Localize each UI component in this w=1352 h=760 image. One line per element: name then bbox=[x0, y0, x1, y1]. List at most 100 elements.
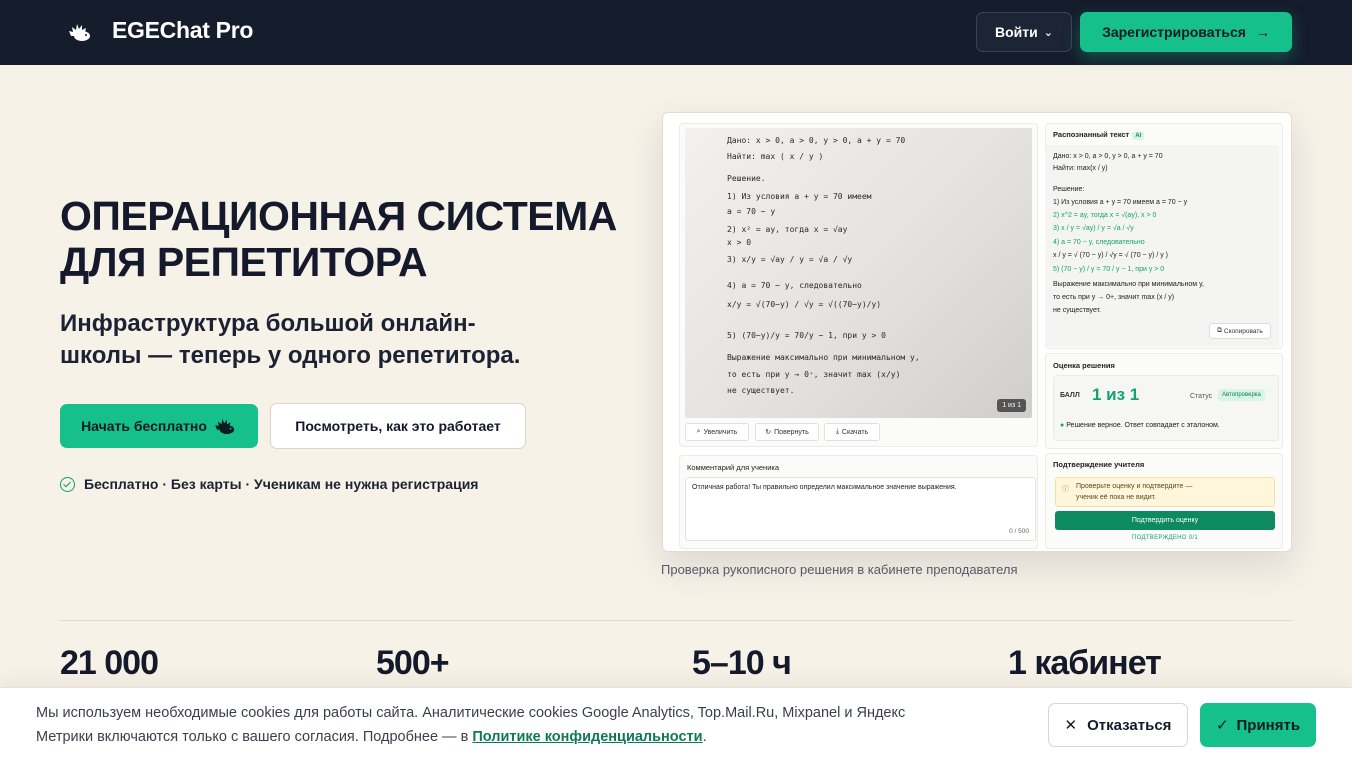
recognized-line: то есть при y → 0+, значит max (x / y) bbox=[1053, 294, 1175, 301]
score-label: БАЛЛ bbox=[1060, 392, 1080, 399]
recognized-line: Найти: max(x / y) bbox=[1053, 165, 1108, 172]
ai-badge: AI bbox=[1132, 132, 1145, 140]
warning-text-1: Проверьте оценку и подтвердите — bbox=[1076, 483, 1193, 490]
rotate-icon: ↻ bbox=[765, 429, 772, 436]
warning-box: ⓘ Проверьте оценку и подтвердите — учени… bbox=[1055, 477, 1275, 507]
confirm-score-button[interactable]: Подтвердить оценку bbox=[1055, 511, 1275, 530]
handwriting-line: 4) a = 70 − y, следовательно bbox=[727, 281, 862, 290]
recognized-text-title: Распознанный текст AI bbox=[1053, 130, 1145, 140]
free-note-text: Бесплатно · Без карты · Ученикам не нужн… bbox=[84, 476, 479, 492]
cookie-text-tail: . bbox=[702, 729, 707, 745]
recognized-line: 4) a = 70 − y, следовательно bbox=[1053, 239, 1145, 246]
privacy-policy-link[interactable]: Политике конфиденциальности bbox=[472, 729, 702, 745]
copy-button[interactable]: ⧉ Скопировать bbox=[1209, 323, 1271, 339]
cookie-text: Мы используем необходимые cookies для ра… bbox=[36, 701, 966, 749]
arrow-right-icon: → bbox=[1255, 24, 1270, 40]
login-label: Войти bbox=[995, 24, 1038, 40]
hedgehog-icon bbox=[215, 418, 235, 435]
comment-textarea[interactable]: Отличная работа! Ты правильно определил … bbox=[685, 477, 1036, 541]
chevron-down-icon: ⌄ bbox=[1043, 26, 1053, 39]
close-icon: ✕ bbox=[1064, 717, 1078, 734]
hero-title-line-2: ДЛЯ РЕПЕТИТОРА bbox=[60, 239, 428, 285]
stat-value: 500+ bbox=[376, 644, 450, 682]
comment-title: Комментарий для ученика bbox=[687, 463, 779, 472]
free-note: Бесплатно · Без карты · Ученикам не нужн… bbox=[60, 476, 478, 492]
accept-cookies-button[interactable]: ✓ Принять bbox=[1200, 703, 1316, 747]
status-label: Статус bbox=[1190, 393, 1213, 400]
confirmed-counter: ПОДТВЕРЖДЕНО 0/1 bbox=[1132, 535, 1198, 541]
handwriting-line: Решение. bbox=[727, 174, 766, 183]
download-button[interactable]: ⤓ Скачать bbox=[824, 423, 880, 441]
handwriting-line: 3) x/y = √ay / y = √a / √y bbox=[727, 255, 853, 264]
cookie-banner: Мы используем необходимые cookies для ра… bbox=[0, 687, 1352, 760]
cookie-text-body: Мы используем необходимые cookies для ра… bbox=[36, 705, 906, 745]
rotate-label: Повернуть bbox=[774, 428, 809, 436]
start-free-button[interactable]: Начать бесплатно bbox=[60, 404, 258, 448]
hedgehog-logo-icon[interactable] bbox=[68, 21, 92, 43]
screenshot-caption: Проверка рукописного решения в кабинете … bbox=[661, 562, 1018, 577]
handwriting-line: x > 0 bbox=[727, 238, 752, 247]
score-note-text: Решение верное. Ответ совпадает с эталон… bbox=[1066, 422, 1220, 429]
page-counter-badge: 1 из 1 bbox=[997, 399, 1026, 412]
stat-value: 21 000 bbox=[60, 644, 159, 682]
handwriting-line: 2) x² = ay, тогда x = √ay bbox=[727, 225, 848, 234]
handwriting-line: x/y = √(70−y) / √y = √((70−y)/y) bbox=[727, 300, 882, 309]
handwriting-line: Выражение максимально при минимальном y, bbox=[727, 353, 920, 362]
recognized-text-title-label: Распознанный текст bbox=[1053, 130, 1130, 139]
comment-char-counter: 0 / 500 bbox=[1009, 528, 1029, 535]
stat-value: 1 кабинет bbox=[1008, 644, 1162, 682]
zoom-icon: ⌕ bbox=[696, 428, 701, 435]
recognized-line: Дано: x > 0, a > 0, y > 0, a + y = 70 bbox=[1053, 153, 1163, 160]
recognized-line: x / y = √ (70 − y) / √y = √ (70 − y) / y… bbox=[1053, 252, 1169, 259]
hero-title: ОПЕРАЦИОННАЯ СИСТЕМА ДЛЯ РЕПЕТИТОРА bbox=[60, 193, 660, 285]
section-divider bbox=[60, 620, 1292, 621]
handwriting-line: 1) Из условия a + y = 70 имеем bbox=[727, 192, 872, 201]
download-label: Скачать bbox=[841, 428, 869, 436]
handwriting-line: не существует. bbox=[727, 386, 795, 395]
handwriting-line: 5) (70−y)/y = 70/y − 1, при y > 0 bbox=[727, 331, 886, 340]
recognized-line: 3) x / y = √ay) / y = √a / √y bbox=[1053, 225, 1134, 232]
decline-cookies-button[interactable]: ✕ Отказаться bbox=[1048, 703, 1188, 747]
hero-subtitle: Инфраструктура большой онлайн-школы — те… bbox=[60, 310, 521, 369]
info-icon: ⓘ bbox=[1062, 486, 1069, 493]
recognized-line: не существует. bbox=[1053, 307, 1102, 314]
product-screenshot: Дано: x > 0, a > 0, y > 0, a + y = 70 На… bbox=[662, 112, 1292, 552]
register-button[interactable]: Зарегистрироваться → bbox=[1080, 12, 1292, 52]
status-badge: Автопроверка bbox=[1218, 389, 1265, 401]
score-box: БАЛЛ 1 из 1 Статус Автопроверка ● Решени… bbox=[1053, 375, 1279, 441]
rotate-button[interactable]: ↻ Повернуть bbox=[755, 423, 819, 441]
handwriting-line: то есть при y → 0⁺, значит max (x/y) bbox=[727, 370, 901, 379]
recognized-text-box: Дано: x > 0, a > 0, y > 0, a + y = 70 На… bbox=[1045, 145, 1279, 347]
stat-value: 5–10 ч bbox=[692, 644, 792, 682]
score-note: ● Решение верное. Ответ совпадает с этал… bbox=[1060, 422, 1220, 429]
confirm-title: Подтверждение учителя bbox=[1053, 460, 1145, 469]
recognized-line: 5) (70 − y) / y = 70 / y − 1, при y > 0 bbox=[1053, 266, 1165, 273]
check-circle-icon bbox=[60, 476, 75, 492]
comment-text: Отличная работа! Ты правильно определил … bbox=[692, 484, 957, 491]
recognized-line: 2) x^2 = ay, тогда x = √(ay), x > 0 bbox=[1053, 212, 1157, 219]
handwritten-solution-photo[interactable]: Дано: x > 0, a > 0, y > 0, a + y = 70 На… bbox=[685, 128, 1032, 418]
brand-name[interactable]: EGEChat Pro bbox=[112, 17, 253, 44]
accept-label: Принять bbox=[1236, 716, 1301, 734]
how-it-works-button[interactable]: Посмотреть, как это работает bbox=[270, 403, 526, 449]
copy-icon: ⧉ bbox=[1217, 327, 1222, 334]
recognized-line: Выражение максимально при минимальном y, bbox=[1053, 281, 1204, 288]
register-label: Зарегистрироваться bbox=[1102, 24, 1246, 40]
start-free-label: Начать бесплатно bbox=[81, 418, 207, 434]
login-dropdown-button[interactable]: Войти ⌄ bbox=[976, 12, 1072, 52]
check-icon: ● bbox=[1060, 422, 1065, 429]
recognized-line: 1) Из условия a + y = 70 имеем a = 70 − … bbox=[1053, 199, 1188, 206]
copy-label: Скопировать bbox=[1223, 327, 1263, 335]
top-navbar: EGEChat Pro Войти ⌄ Зарегистрироваться → bbox=[0, 0, 1352, 65]
handwriting-line: Найти: max ( x / y ) bbox=[727, 152, 824, 161]
check-icon: ✓ bbox=[1215, 717, 1229, 734]
zoom-label: Увеличить bbox=[703, 428, 738, 436]
score-title: Оценка решения bbox=[1053, 361, 1115, 370]
decline-label: Отказаться bbox=[1087, 716, 1172, 734]
hero-title-line-1: ОПЕРАЦИОННАЯ СИСТЕМА bbox=[60, 193, 617, 239]
warning-text-2: ученик её пока не видит. bbox=[1076, 494, 1156, 501]
handwriting-line: a = 70 − y bbox=[727, 207, 776, 216]
zoom-in-button[interactable]: ⌕ Увеличить bbox=[685, 423, 749, 441]
score-value: 1 из 1 bbox=[1092, 385, 1140, 404]
recognized-line: Решение: bbox=[1053, 186, 1085, 193]
